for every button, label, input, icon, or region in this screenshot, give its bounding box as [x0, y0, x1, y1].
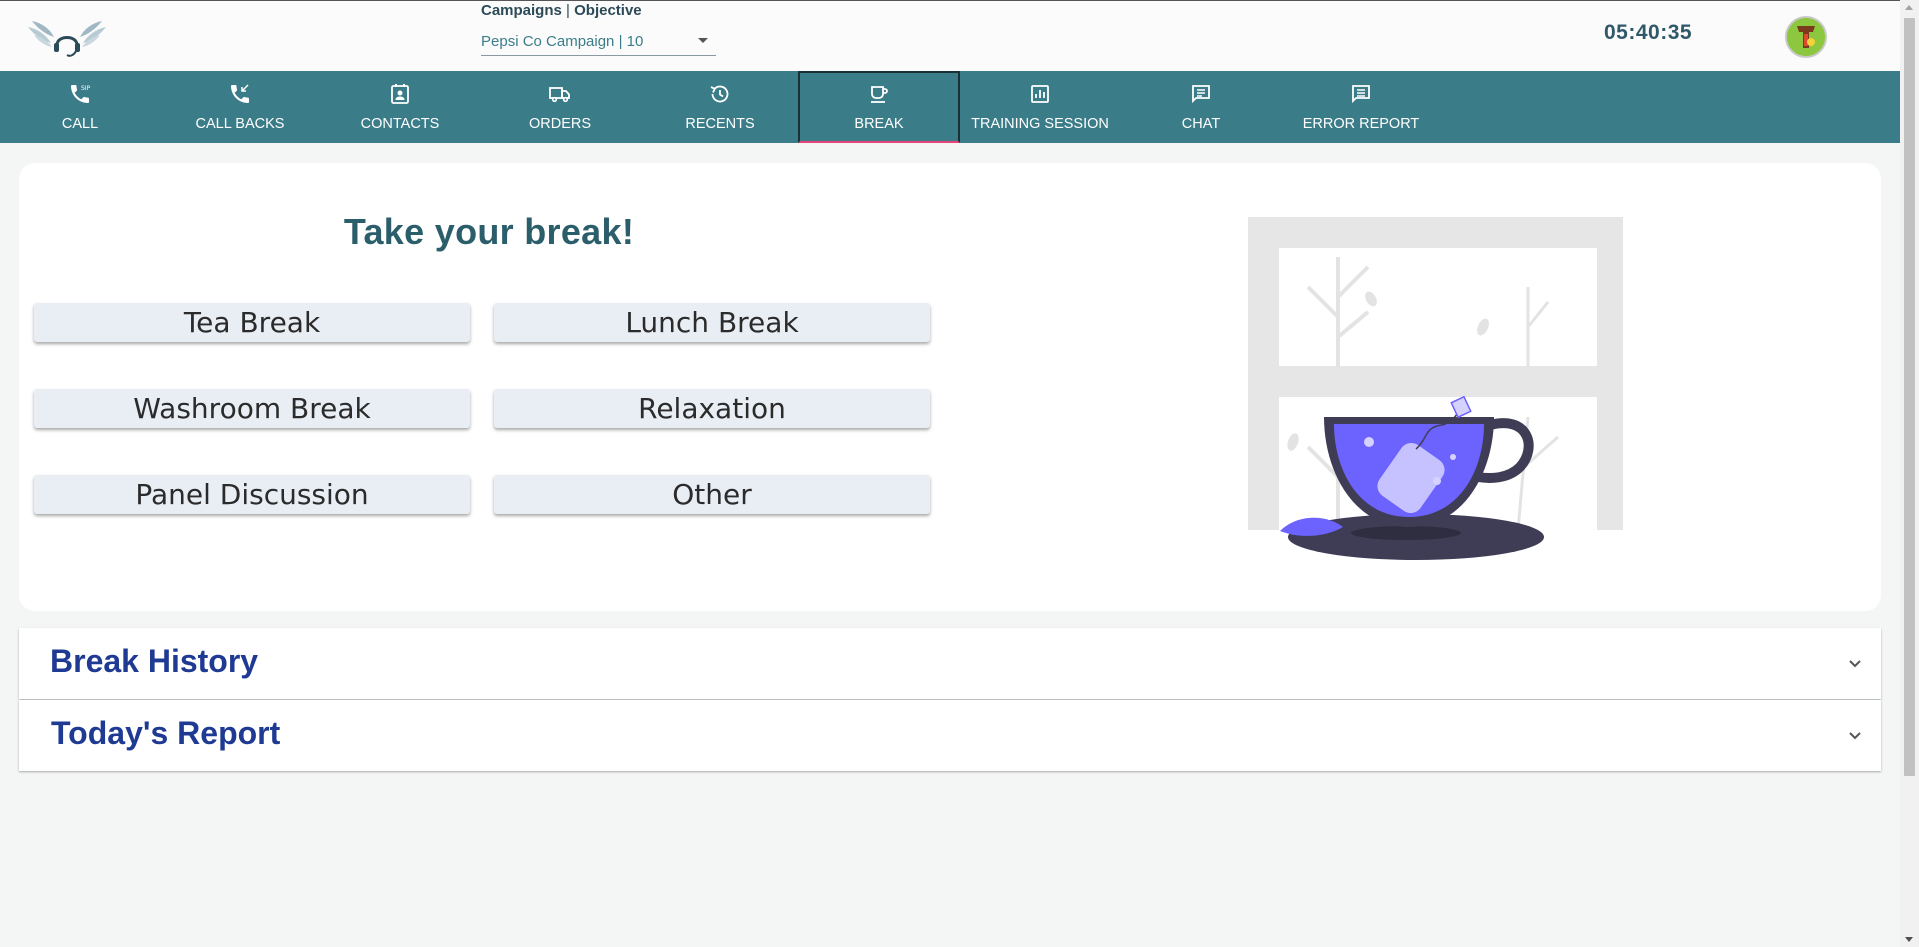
objective-label: Objective: [574, 2, 642, 19]
feedback-icon: [1352, 85, 1370, 104]
nav-item-break[interactable]: BREAK: [798, 71, 960, 143]
campaign-selector-block: Campaigns | Objective Pepsi Co Campaign …: [481, 2, 716, 56]
washroom-break-button[interactable]: Washroom Break: [34, 389, 470, 428]
nav-item-label: TRAINING SESSION: [971, 116, 1109, 132]
nav-item-training-session[interactable]: TRAINING SESSION: [960, 71, 1120, 143]
campaigns-label: Campaigns: [481, 2, 562, 19]
history-icon: [710, 85, 729, 103]
nav-item-label: CHAT: [1181, 116, 1221, 132]
todays-report-title: Today's Report: [51, 715, 281, 751]
phone-sip-icon: SIP: [71, 85, 91, 103]
break-history-accordion[interactable]: Break History: [19, 628, 1881, 699]
contacts-icon: [391, 84, 409, 104]
chat-icon: [1192, 85, 1210, 104]
top-header: Campaigns | Objective Pepsi Co Campaign …: [0, 0, 1900, 71]
nav-item-label: ERROR REPORT: [1302, 116, 1420, 132]
scroll-up-arrow-icon[interactable]: [1905, 5, 1913, 10]
caret-down-icon: [698, 38, 708, 43]
nav-item-orders[interactable]: ORDERS: [480, 71, 640, 143]
phone-callback-icon: [231, 84, 249, 103]
page-scrollbar[interactable]: [1900, 0, 1919, 947]
nav-item-contacts[interactable]: CONTACTS: [320, 71, 480, 143]
relaxation-button[interactable]: Relaxation: [494, 389, 930, 428]
nav-item-error-report[interactable]: ERROR REPORT: [1281, 71, 1441, 143]
panel-discussion-button[interactable]: Panel Discussion: [34, 475, 470, 514]
nav-item-recents[interactable]: RECENTS: [640, 71, 800, 143]
nav-item-label: RECENTS: [685, 116, 755, 132]
break-card-title: Take your break!: [343, 211, 635, 252]
chevron-down-icon: [1849, 660, 1861, 668]
chevron-down-icon: [1849, 732, 1861, 740]
heading-separator: |: [566, 2, 570, 19]
nav-item-call-backs[interactable]: CALL BACKS: [160, 71, 320, 143]
scroll-down-arrow-icon[interactable]: [1905, 937, 1913, 942]
svg-text:SIP: SIP: [81, 85, 91, 92]
truck-icon: [549, 87, 570, 103]
nav-item-label: BREAK: [854, 116, 904, 132]
nav-item-call[interactable]: SIP CALL: [0, 71, 160, 143]
tea-break-button[interactable]: Tea Break: [34, 303, 470, 342]
break-history-title: Break History: [50, 643, 259, 679]
avatar-image: [1787, 18, 1825, 56]
nav-item-label: CONTACTS: [360, 116, 440, 132]
other-break-button[interactable]: Other: [494, 475, 930, 514]
chart-icon: [1031, 85, 1049, 103]
nav-item-label: ORDERS: [528, 116, 592, 132]
scrollbar-thumb[interactable]: [1904, 18, 1915, 776]
todays-report-accordion[interactable]: Today's Report: [19, 700, 1881, 771]
session-clock: 05:40:35: [1604, 21, 1693, 44]
campaign-heading: Campaigns | Objective: [481, 2, 642, 19]
nav-item-label: CALL BACKS: [195, 116, 285, 132]
campaign-dropdown[interactable]: Pepsi Co Campaign | 10: [481, 32, 716, 56]
nav-item-chat[interactable]: CHAT: [1121, 71, 1281, 143]
main-navigation: SIP CALL CALL BACKS CONTACTS ORDERS RECE…: [0, 71, 1900, 143]
nav-item-label: CALL: [61, 116, 99, 132]
user-avatar[interactable]: [1785, 16, 1827, 58]
tea-cup-illustration: [1248, 217, 1623, 560]
coffee-icon: [871, 86, 888, 103]
winged-headset-logo: [28, 21, 106, 57]
campaign-dropdown-value: Pepsi Co Campaign | 10: [481, 33, 644, 50]
lunch-break-button[interactable]: Lunch Break: [494, 303, 930, 342]
break-card: Take your break! Tea Break Lunch Break W…: [19, 163, 1881, 611]
